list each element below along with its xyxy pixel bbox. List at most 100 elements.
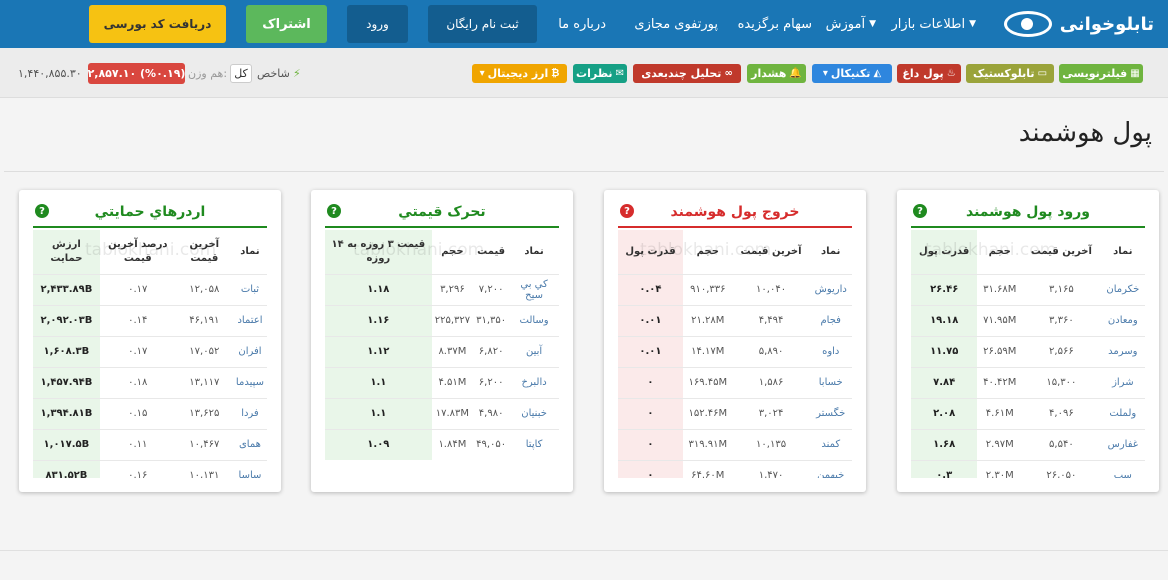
column-header[interactable]: حجم	[977, 230, 1022, 274]
symbol-cell[interactable]: فجام	[809, 304, 852, 336]
column-header[interactable]: حجم	[683, 230, 733, 274]
table-row[interactable]: فردا ۱۳,۶۲۵ ۰.۱۵ ۱,۳۹۴.۸۱B	[33, 397, 267, 429]
symbol-cell[interactable]: داریوش	[809, 273, 852, 305]
column-header[interactable]: آخرین قيمت	[176, 230, 233, 274]
tabloxtick-button[interactable]: تابلوکستیک ▭	[966, 64, 1054, 83]
table-row[interactable]: داریوش ۱۰,۰۴۰ ۹۱۰,۳۳۶ ۰.۰۴	[618, 273, 852, 305]
symbol-cell[interactable]: غفارس	[1100, 428, 1145, 460]
table-cell: ۱۶۹.۴۵M	[682, 366, 733, 398]
column-header[interactable]: نماد	[509, 230, 559, 274]
nav-about[interactable]: درباره ما	[558, 0, 606, 48]
table-row[interactable]: ثبات ۱۲,۰۵۸ ۰.۱۷ ۲,۴۳۳.۸۹B	[33, 273, 267, 305]
symbol-cell[interactable]: کمند	[809, 428, 852, 460]
table-row[interactable]: سپيدما ۱۳,۱۱۷ ۰.۱۸ ۱,۴۵۷.۹۴B	[33, 366, 267, 398]
table-row[interactable]: همای ۱۰,۴۶۷ ۰.۱۱ ۱,۰۱۷.۵B	[33, 428, 267, 460]
nav-education[interactable]: آموزش ▼	[826, 0, 876, 48]
symbol-cell[interactable]: خبهمن	[809, 459, 852, 478]
table-row[interactable]: خکرمان ۳,۱۶۵ ۳۱.۶۸M ۲۶.۴۶	[911, 273, 1145, 305]
table-row[interactable]: داوه ۵,۸۹۰ ۱۴.۱۷M ۰.۰۱	[618, 335, 852, 367]
symbol-cell[interactable]: داوه	[809, 335, 852, 367]
table-row[interactable]: ولملت ۴,۰۹۶ ۴.۶۱M ۲.۰۸	[911, 397, 1145, 429]
table-row[interactable]: خگستر ۳,۰۲۴ ۱۵۲.۴۶M ۰	[618, 397, 852, 429]
symbol-cell[interactable]: سپيدما	[232, 366, 267, 398]
symbol-cell[interactable]: وسالت	[509, 304, 559, 336]
column-header[interactable]: آخرین قیمت	[733, 230, 810, 274]
column-header[interactable]: قيمت	[473, 230, 509, 274]
alert-button[interactable]: هشدار 🔔	[747, 64, 806, 83]
filter-writing-button[interactable]: فیلترنویسی ▦	[1059, 64, 1143, 83]
symbol-cell[interactable]: کاپتا	[509, 428, 559, 460]
multi-analysis-button[interactable]: تحلیل چندبعدی ∞	[633, 64, 741, 83]
symbol-cell[interactable]: ثبات	[232, 273, 267, 305]
symbol-cell[interactable]: کي بي سيح	[509, 273, 559, 305]
table-row[interactable]: کاپتا ۴۹,۰۵۰ ۱.۸۴M ۱.۰۹	[325, 428, 559, 460]
technical-dropdown[interactable]: ▾ تکنیکال ◭	[812, 64, 892, 83]
crypto-dropdown[interactable]: ▾ ارز دیجیتال ₿	[472, 64, 567, 83]
table-container[interactable]: نماد آخرین قیمت حجم قدرت پول خکرمان ۳,۱۶۵…	[911, 230, 1145, 478]
column-header[interactable]: قیمت ۳ روزه به ۱۴ روزه	[325, 230, 432, 274]
symbol-cell[interactable]: دالبرخ	[509, 366, 559, 398]
table-row[interactable]: ومعادن ۳,۳۶۰ ۷۱.۹۵M ۱۹.۱۸	[911, 304, 1145, 336]
table-row[interactable]: خبهمن ۱,۴۷۰ ۶۴.۶۰M ۰	[618, 459, 852, 478]
get-bourse-code-button[interactable]: دریافت کد بورسی	[89, 5, 226, 43]
total-index-toggle[interactable]: کل	[230, 64, 252, 83]
hot-money-button[interactable]: پول داغ ♨	[897, 64, 961, 83]
symbol-cell[interactable]: خگستر	[809, 397, 852, 429]
symbol-cell[interactable]: وسرمد	[1100, 335, 1145, 367]
table-row[interactable]: دالبرخ ۶,۲۰۰ ۴.۵۱M ۱.۱	[325, 366, 559, 398]
column-header[interactable]: درصد آخرين قيمت	[100, 230, 176, 274]
site-logo[interactable]: تابلوخوانی	[1003, 6, 1154, 42]
table-row[interactable]: خبنيان ۴,۹۸۰ ۱۷.۸۳M ۱.۱	[325, 397, 559, 429]
column-header[interactable]: حجم	[432, 230, 473, 274]
symbol-cell[interactable]: فردا	[232, 397, 267, 429]
login-button[interactable]: ورود	[347, 5, 408, 43]
column-header[interactable]: ارزش حمايت	[33, 230, 100, 274]
nav-virtual-portfolio[interactable]: پورتفوی مجازی	[634, 0, 718, 48]
nav-market-info[interactable]: اطلاعات بازار ▼	[892, 0, 976, 48]
table-container[interactable]: نماد آخرین قيمت درصد آخرين قيمت ارزش حما…	[33, 230, 267, 478]
help-icon[interactable]: ?	[35, 204, 49, 218]
symbol-cell[interactable]: ومعادن	[1100, 304, 1145, 336]
column-header[interactable]: قدرت پول	[618, 230, 683, 274]
signup-button[interactable]: ثبت نام رایگان	[428, 5, 537, 43]
help-icon[interactable]: ?	[913, 204, 927, 218]
help-icon[interactable]: ?	[620, 204, 634, 218]
table-row[interactable]: سپ ۲۶,۰۵۰ ۲.۳۰M ۰.۳	[911, 459, 1145, 478]
symbol-cell[interactable]: آبين	[509, 335, 559, 367]
symbol-cell[interactable]: شراز	[1100, 366, 1145, 398]
table-row[interactable]: وسالت ۳۱,۳۵۰ ۲۲۵,۳۲۷ ۱.۱۶	[325, 304, 559, 336]
nav-selected-stocks[interactable]: سهام برگزیده	[738, 0, 812, 48]
column-header[interactable]: نماد	[1101, 230, 1145, 274]
symbol-cell[interactable]: همای	[232, 428, 267, 460]
symbol-cell[interactable]: خکرمان	[1100, 273, 1145, 305]
support-orders-table: نماد آخرین قيمت درصد آخرين قيمت ارزش حما…	[33, 230, 267, 478]
table-container[interactable]: نماد قيمت حجم قیمت ۳ روزه به ۱۴ روزه کي …	[325, 230, 559, 478]
tools-toolbar: فیلترنویسی ▦ تابلوکستیک ▭ پول داغ ♨ ▾ تکنیکا…	[0, 48, 1168, 98]
column-header[interactable]: قدرت پول	[911, 230, 978, 274]
column-header[interactable]: نماد	[233, 230, 267, 274]
table-row[interactable]: فجام ۴,۴۹۴ ۲۱.۲۸M ۰.۰۱	[618, 304, 852, 336]
symbol-cell[interactable]: افران	[232, 335, 267, 367]
table-row[interactable]: شراز ۱۵,۳۰۰ ۴۰.۴۲M ۷.۸۴	[911, 366, 1145, 398]
column-header[interactable]: آخرین قیمت	[1022, 230, 1101, 274]
table-row[interactable]: افران ۱۷,۰۵۲ ۰.۱۷ ۱,۶۰۸.۳B	[33, 335, 267, 367]
symbol-cell[interactable]: سپ	[1100, 459, 1145, 478]
table-row[interactable]: اعتماد ۴۶,۱۹۱ ۰.۱۴ ۲,۰۹۲.۰۳B	[33, 304, 267, 336]
table-row[interactable]: کي بي سيح ۷,۲۰۰ ۳,۲۹۶ ۱.۱۸	[325, 273, 559, 305]
symbol-cell[interactable]: خبنيان	[509, 397, 559, 429]
table-container[interactable]: نماد آخرین قیمت حجم قدرت پول داریوش ۱۰,۰۴…	[618, 230, 852, 478]
table-row[interactable]: غفارس ۵,۵۴۰ ۲.۹۷M ۱.۶۸	[911, 428, 1145, 460]
column-header[interactable]: نماد	[809, 230, 852, 274]
subscribe-button[interactable]: اشتراک	[246, 5, 327, 43]
table-row[interactable]: وسرمد ۲,۵۶۶ ۲۶.۵۹M ۱۱.۷۵	[911, 335, 1145, 367]
symbol-cell[interactable]: ولملت	[1100, 397, 1145, 429]
comments-button[interactable]: نظرات ✉	[573, 64, 627, 83]
table-row[interactable]: خسابا ۱,۵۸۶ ۱۶۹.۴۵M ۰	[618, 366, 852, 398]
symbol-cell[interactable]: اعتماد	[232, 304, 267, 336]
table-row[interactable]: کمند ۱۰,۱۳۵ ۳۱۹.۹۱M ۰	[618, 428, 852, 460]
symbol-cell[interactable]: خسابا	[809, 366, 852, 398]
table-row[interactable]: آبين ۶,۸۲۰ ۸.۳۷M ۱.۱۲	[325, 335, 559, 367]
table-row[interactable]: ساسا ۱۰,۱۳۱ ۰.۱۶ ۸۳۱.۵۲B	[33, 459, 267, 478]
help-icon[interactable]: ?	[327, 204, 341, 218]
symbol-cell[interactable]: ساسا	[232, 459, 267, 478]
